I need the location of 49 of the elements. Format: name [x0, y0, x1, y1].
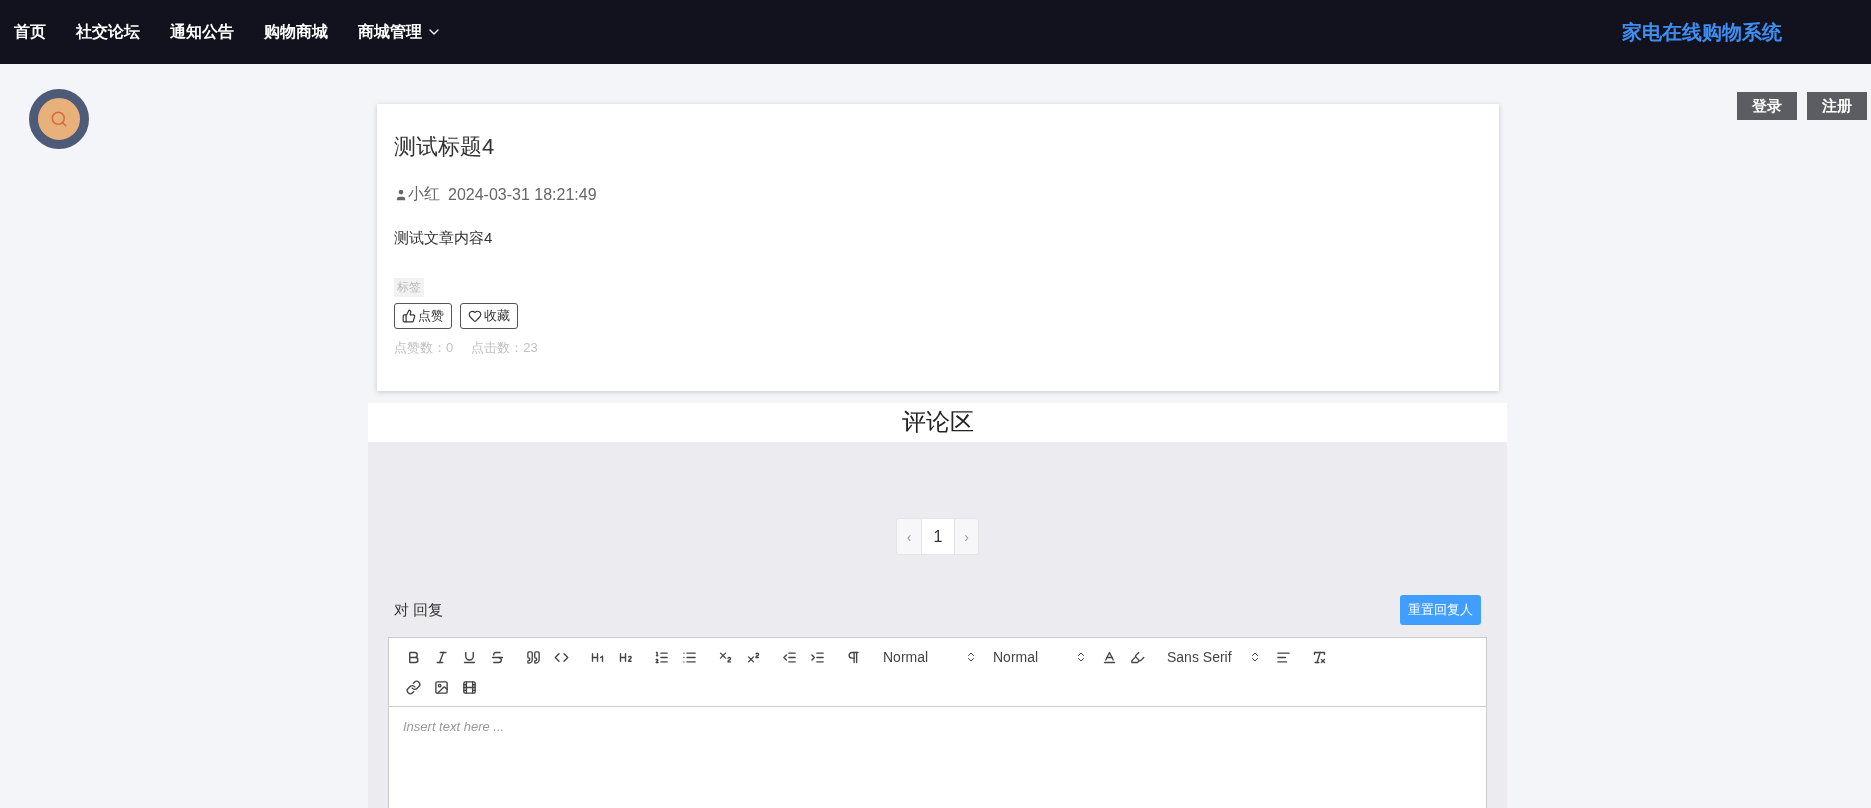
- nav-link[interactable]: 首页: [14, 21, 46, 43]
- chevrons-icon: [1249, 651, 1261, 663]
- favorite-button[interactable]: 收藏: [460, 303, 518, 329]
- strikethrough-icon: [489, 649, 505, 665]
- quote-icon: [525, 649, 541, 665]
- format-picker[interactable]: Normal: [985, 646, 1095, 668]
- chevrons-icon: [1075, 651, 1087, 663]
- pilcrow-icon: [845, 649, 861, 665]
- nav-link[interactable]: 商城管理: [358, 21, 442, 43]
- format-picker[interactable]: Normal: [875, 646, 985, 668]
- brand-title: 家电在线购物系统: [1622, 19, 1782, 45]
- auth-button[interactable]: 注册: [1807, 92, 1867, 120]
- chevrons-icon: [965, 651, 977, 663]
- page-button[interactable]: 1: [921, 519, 954, 554]
- article-stat: 点击数：23: [471, 339, 538, 357]
- user-icon: [394, 187, 408, 202]
- superscript-icon: [745, 649, 761, 665]
- link-icon: [405, 679, 421, 695]
- subscript-icon: [717, 649, 733, 665]
- heart-icon: [468, 309, 482, 323]
- article-content: 测试文章内容4: [394, 229, 493, 248]
- text-color-icon: [1101, 649, 1117, 665]
- author-name: 小红: [394, 184, 440, 205]
- like-button[interactable]: 点赞: [394, 303, 452, 329]
- underline-icon: [461, 649, 477, 665]
- italic-icon: [433, 649, 449, 665]
- thumbs-up-icon: [402, 309, 416, 323]
- article-title: 测试标题4: [394, 133, 495, 161]
- editor-input-field[interactable]: Insert text here ...: [388, 707, 1487, 808]
- search-button[interactable]: [29, 89, 89, 149]
- highlight-icon: [1129, 649, 1145, 665]
- auth-button[interactable]: 登录: [1737, 92, 1797, 120]
- reply-label: 对 回复: [394, 600, 444, 620]
- nav-link[interactable]: 购物商城: [264, 21, 328, 43]
- search-icon: [50, 110, 68, 128]
- format-picker[interactable]: Sans Serif: [1159, 646, 1269, 668]
- clear-format-icon: [1311, 649, 1327, 665]
- align-left-icon: [1275, 649, 1291, 665]
- film-icon: [461, 679, 477, 695]
- ordered-list-icon: [653, 649, 669, 665]
- post-date: 2024-03-31 18:21:49: [448, 185, 597, 204]
- article-stat: 点赞数：0: [394, 339, 454, 357]
- nav-link[interactable]: 通知公告: [170, 21, 234, 43]
- nav-link[interactable]: 社交论坛: [76, 21, 140, 43]
- bullet-list-icon: [681, 649, 697, 665]
- image-icon: [433, 679, 449, 695]
- comments-heading: 评论区: [368, 403, 1507, 442]
- indent-icon: [809, 649, 825, 665]
- outdent-icon: [781, 649, 797, 665]
